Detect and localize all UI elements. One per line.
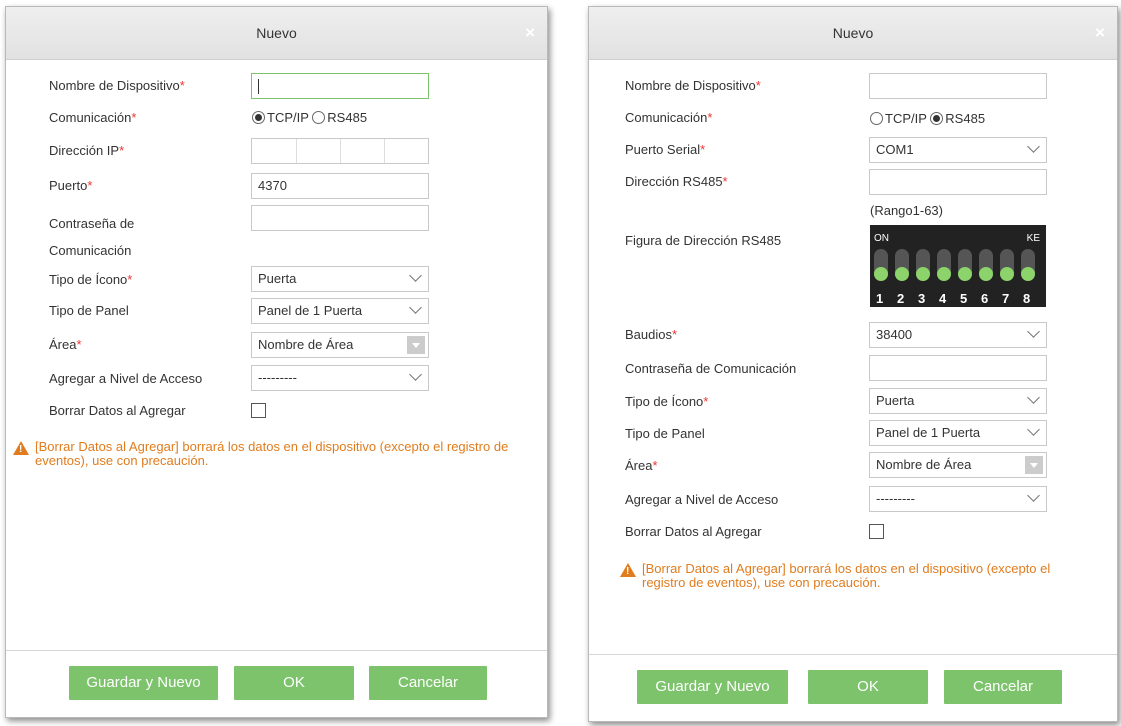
panel-type-label: Tipo de Panel [625, 426, 705, 441]
clear-data-label: Borrar Datos al Agregar [625, 524, 762, 539]
dip-switch: 8 [1021, 249, 1035, 306]
ip-separator [340, 139, 341, 163]
dip-switch: 2 [895, 249, 909, 306]
dialog-titlebar: Nuevo × [6, 7, 547, 60]
comm-password-input[interactable] [869, 355, 1047, 381]
dropdown-button-icon[interactable] [407, 336, 425, 354]
dialog-body: Nombre de Dispositivo* Comunicación* TCP… [589, 60, 1117, 655]
chevron-down-icon [1027, 325, 1040, 338]
rs485-radio-label[interactable]: RS485 [945, 111, 985, 126]
tcpip-radio-label[interactable]: TCP/IP [267, 110, 309, 125]
ok-button[interactable]: OK [808, 670, 928, 704]
comm-password-label: Contraseña de Comunicación [625, 361, 797, 376]
dialog-title: Nuevo [256, 25, 297, 41]
rs485-radio[interactable] [312, 111, 326, 124]
port-label: Puerto* [49, 178, 93, 193]
comm-password-input[interactable] [251, 205, 429, 231]
device-name-label: Nombre de Dispositivo* [625, 78, 761, 93]
dialog-titlebar: Nuevo × [589, 7, 1117, 60]
rs485-figure-label: Figura de Dirección RS485 [625, 233, 782, 248]
communication-radio-group: TCP/IP RS485 [870, 111, 985, 126]
area-label: Área* [625, 458, 658, 473]
close-icon[interactable]: × [525, 7, 535, 59]
dialog-title: Nuevo [832, 25, 874, 41]
device-name-input[interactable] [869, 73, 1047, 99]
icon-type-select[interactable]: Puerta [251, 266, 429, 292]
close-icon[interactable]: × [1095, 7, 1105, 59]
text-caret [258, 79, 259, 95]
rs485-address-label: Dirección RS485* [625, 174, 728, 189]
clear-data-label: Borrar Datos al Agregar [49, 403, 186, 418]
dropdown-button-icon[interactable] [1025, 456, 1043, 474]
clear-data-checkbox[interactable] [251, 403, 266, 418]
dip-switch: 6 [979, 249, 993, 306]
dip-switch: 4 [937, 249, 951, 306]
ip-address-input[interactable] [251, 138, 429, 164]
warning-icon [620, 563, 636, 579]
dip-switch: 3 [916, 249, 930, 306]
dip-switch-figure: ON KE 1 2 3 4 5 6 7 8 [870, 225, 1046, 307]
clear-data-checkbox[interactable] [869, 524, 884, 539]
icon-type-select[interactable]: Puerta [869, 388, 1047, 414]
rs485-radio-label[interactable]: RS485 [327, 110, 367, 125]
baud-label: Baudios* [625, 327, 678, 342]
baud-select[interactable]: 38400 [869, 322, 1047, 348]
tcpip-radio[interactable] [252, 111, 265, 124]
cancel-button[interactable]: Cancelar [944, 670, 1062, 704]
chevron-down-icon [1027, 140, 1040, 153]
rs485-range-hint: (Rango1-63) [870, 203, 943, 218]
panel-type-select[interactable]: Panel de 1 Puerta [869, 420, 1047, 446]
chevron-down-icon [409, 368, 422, 381]
save-and-new-button[interactable]: Guardar y Nuevo [637, 670, 788, 704]
save-and-new-button[interactable]: Guardar y Nuevo [69, 666, 218, 700]
dip-switch: 7 [1000, 249, 1014, 306]
panel-type-select[interactable]: Panel de 1 Puerta [251, 298, 429, 324]
dip-switch: 1 [874, 249, 888, 306]
dip-on-label: ON [874, 233, 889, 244]
chevron-down-icon [1027, 391, 1040, 404]
ok-button[interactable]: OK [234, 666, 354, 700]
icon-type-label: Tipo de Ícono* [625, 394, 709, 409]
ip-address-label: Dirección IP* [49, 143, 125, 158]
panel-type-label: Tipo de Panel [49, 303, 129, 318]
rs485-radio[interactable] [930, 112, 944, 125]
tcpip-radio[interactable] [870, 112, 883, 125]
ip-separator [296, 139, 297, 163]
dip-ke-label: KE [1026, 233, 1040, 244]
area-label: Área* [49, 337, 82, 352]
communication-label: Comunicación* [625, 110, 713, 125]
dip-switch: 5 [958, 249, 972, 306]
access-level-label: Agregar a Nivel de Acceso [625, 492, 779, 507]
serial-port-select[interactable]: COM1 [869, 137, 1047, 163]
serial-port-label: Puerto Serial* [625, 142, 706, 157]
dialog-footer: Guardar y Nuevo OK Cancelar [6, 650, 547, 717]
warning-icon [13, 441, 29, 457]
area-select[interactable]: Nombre de Área [251, 332, 429, 358]
new-device-dialog-rs485: Nuevo × Nombre de Dispositivo* Comunicac… [588, 6, 1118, 722]
warning-message: [Borrar Datos al Agregar] borrará los da… [13, 440, 527, 468]
access-level-select[interactable]: --------- [869, 486, 1047, 512]
communication-label: Comunicación* [49, 110, 137, 125]
dialog-body: Nombre de Dispositivo* Comunicación* TCP… [6, 60, 547, 651]
warning-message: [Borrar Datos al Agregar] borrará los da… [620, 562, 1097, 590]
chevron-down-icon [1027, 489, 1040, 502]
access-level-label: Agregar a Nivel de Acceso [49, 371, 203, 386]
access-level-select[interactable]: --------- [251, 365, 429, 391]
new-device-dialog-tcpip: Nuevo × Nombre de Dispositivo* Comunicac… [5, 6, 548, 718]
chevron-down-icon [1027, 423, 1040, 436]
device-name-input[interactable] [251, 73, 429, 99]
chevron-down-icon [409, 269, 422, 282]
dialog-footer: Guardar y Nuevo OK Cancelar [589, 654, 1117, 721]
ip-separator [384, 139, 385, 163]
comm-password-label: Contraseña de Comunicación [49, 216, 135, 258]
tcpip-radio-label[interactable]: TCP/IP [885, 111, 927, 126]
icon-type-label: Tipo de Ícono* [49, 272, 133, 287]
area-select[interactable]: Nombre de Área [869, 452, 1047, 478]
cancel-button[interactable]: Cancelar [369, 666, 487, 700]
chevron-down-icon [409, 301, 422, 314]
port-input[interactable]: 4370 [251, 173, 429, 199]
device-name-label: Nombre de Dispositivo* [49, 78, 185, 93]
communication-radio-group: TCP/IP RS485 [252, 110, 367, 125]
rs485-address-input[interactable] [869, 169, 1047, 195]
